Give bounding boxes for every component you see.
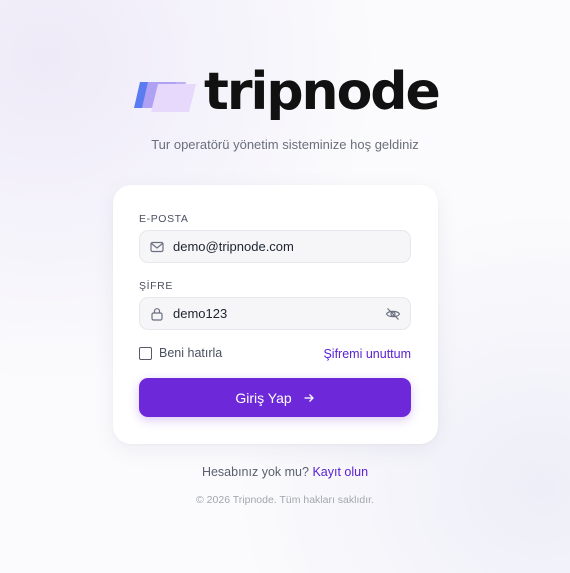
email-value[interactable]: demo@tripnode.com: [173, 239, 410, 254]
footer-copyright: © 2026 Tripnode. Tüm hakları saklıdır.: [196, 494, 374, 506]
arrow-right-icon: [303, 392, 315, 404]
mail-icon: [150, 240, 164, 254]
login-card: E-POSTA demo@tripnode.com ŞİFRE demo123: [113, 185, 438, 444]
password-field[interactable]: demo123: [139, 297, 411, 330]
checkbox-box[interactable]: [139, 346, 152, 360]
welcome-tagline: Tur operatörü yönetim sisteminize hoş ge…: [151, 137, 419, 152]
brand-logo: tripnode: [132, 62, 441, 122]
password-value[interactable]: demo123: [173, 306, 385, 321]
logo-icon: [132, 72, 198, 112]
remember-me-checkbox[interactable]: Beni hatırla: [139, 346, 222, 360]
password-label: ŞİFRE: [139, 280, 173, 292]
forgot-password-link[interactable]: Şifremi unuttum: [323, 347, 411, 361]
signup-prompt: Hesabınız yok mu? Kayıt olun: [0, 465, 570, 479]
remember-me-label: Beni hatırla: [159, 346, 223, 360]
signup-text: Hesabınız yok mu?: [201, 465, 309, 479]
lock-icon: [150, 307, 164, 321]
login-button-label: Giriş Yap: [235, 389, 292, 406]
eye-off-icon[interactable]: [385, 306, 401, 322]
login-button[interactable]: Giriş Yap: [139, 378, 411, 417]
signup-link[interactable]: Kayıt olun: [312, 465, 368, 479]
brand-name: tripnode: [204, 62, 441, 122]
email-field[interactable]: demo@tripnode.com: [139, 230, 411, 263]
email-label: E-POSTA: [139, 213, 189, 225]
